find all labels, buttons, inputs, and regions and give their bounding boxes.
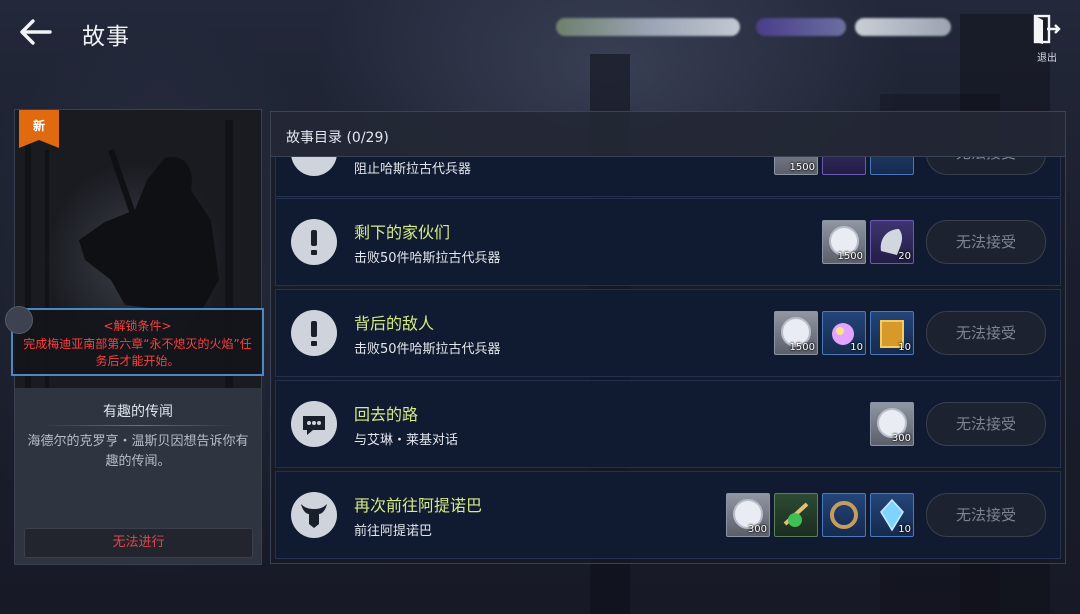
quest-row[interactable]: 回去的路 与艾琳・莱基对话 300 无法接受 xyxy=(275,380,1061,468)
quest-row[interactable]: 再次前往阿提诺巴 前往阿提诺巴 300 10 无法接受 xyxy=(275,471,1061,559)
blurred-status xyxy=(756,18,846,36)
golden-chest-icon[interactable]: 10 xyxy=(870,311,914,355)
story-card[interactable]: 新 <解锁条件> 完成梅迪亚南部第六章“永不熄灭的火焰”任务后才能开始。 有趣的… xyxy=(5,109,264,565)
purple-item-icon[interactable] xyxy=(822,157,866,175)
back-arrow-icon xyxy=(20,19,52,45)
accept-quest-button[interactable]: 无法接受 xyxy=(926,157,1046,175)
stone-fragment-icon[interactable]: 20 xyxy=(870,220,914,264)
quest-description: 击败50件哈斯拉古代兵器 xyxy=(354,342,501,357)
story-info: 有趣的传闻 海德尔的克罗亨・温斯贝因想告诉你有趣的传闻。 无法进行 xyxy=(15,388,261,564)
quest-row[interactable]: 背后的敌人 击败50件哈斯拉古代兵器 1500 10 10 无法接受 xyxy=(275,289,1061,377)
back-button[interactable] xyxy=(18,14,54,50)
silver-coin-icon[interactable]: 1500 xyxy=(822,220,866,264)
story-description: 海德尔的克罗亨・温斯贝因想告诉你有趣的传闻。 xyxy=(27,434,249,469)
horned-helmet-icon xyxy=(291,492,337,538)
accept-quest-button[interactable]: 无法接受 xyxy=(926,402,1046,446)
ring-icon[interactable] xyxy=(870,157,914,175)
page-title: 故事 xyxy=(82,24,130,50)
unlock-condition: <解锁条件> 完成梅迪亚南部第六章“永不熄灭的火焰”任务后才能开始。 xyxy=(11,308,264,376)
panel-header: 故事目录 (0/29) xyxy=(271,112,1065,157)
crystal-icon[interactable]: 10 xyxy=(870,493,914,537)
chat-icon xyxy=(291,401,337,447)
story-name: 有趣的传闻 xyxy=(103,404,173,420)
exclamation-icon xyxy=(291,219,337,265)
quest-list[interactable]: 阻止哈斯拉古代兵器 1500 无法接受 剩下的家伙们 击败50件哈斯拉古代兵器 … xyxy=(275,157,1061,559)
quest-description: 与艾琳・莱基对话 xyxy=(354,433,459,448)
silver-coin-icon[interactable]: 300 xyxy=(726,493,770,537)
exclamation-icon xyxy=(291,157,337,176)
story-list-panel: 故事目录 (0/29) 阻止哈斯拉古代兵器 1500 无法接受 剩下的家伙们 击… xyxy=(270,111,1066,564)
quest-description: 阻止哈斯拉古代兵器 xyxy=(354,162,472,177)
divider xyxy=(41,425,235,426)
blurred-status xyxy=(556,18,740,36)
quest-row[interactable]: 阻止哈斯拉古代兵器 1500 无法接受 xyxy=(275,157,1061,197)
exit-button[interactable]: 退出 xyxy=(1032,14,1062,64)
slider-handle[interactable] xyxy=(5,306,33,334)
start-story-button[interactable]: 无法进行 xyxy=(24,528,253,558)
quest-name: 回去的路 xyxy=(354,405,419,424)
quest-name: 再次前往阿提诺巴 xyxy=(354,496,483,515)
unlock-title: <解锁条件> xyxy=(103,319,172,333)
silver-coin-icon[interactable]: 1500 xyxy=(774,311,818,355)
silver-coin-icon[interactable]: 300 xyxy=(870,402,914,446)
accept-quest-button[interactable]: 无法接受 xyxy=(926,311,1046,355)
quest-description: 前往阿提诺巴 xyxy=(354,524,433,539)
silver-coin-icon[interactable]: 1500 xyxy=(774,157,818,175)
blurred-status xyxy=(855,18,951,36)
panel-title: 故事目录 (0/29) xyxy=(286,130,389,146)
accept-quest-button[interactable]: 无法接受 xyxy=(926,493,1046,537)
exit-door-icon xyxy=(1033,14,1061,44)
quest-name: 剩下的家伙们 xyxy=(354,223,451,242)
exclamation-icon xyxy=(291,310,337,356)
new-badge-label: 新 xyxy=(32,119,45,133)
orb-icon[interactable]: 10 xyxy=(822,311,866,355)
exit-label: 退出 xyxy=(1037,53,1057,64)
quest-name: 背后的敌人 xyxy=(354,314,435,333)
unlock-text: 完成梅迪亚南部第六章“永不熄灭的火焰”任务后才能开始。 xyxy=(23,337,252,368)
ring-icon[interactable] xyxy=(822,493,866,537)
top-bar: 故事 退出 xyxy=(0,0,1080,64)
herb-icon[interactable] xyxy=(774,493,818,537)
quest-row[interactable]: 剩下的家伙们 击败50件哈斯拉古代兵器 1500 20 无法接受 xyxy=(275,198,1061,286)
quest-description: 击败50件哈斯拉古代兵器 xyxy=(354,251,501,266)
accept-quest-button[interactable]: 无法接受 xyxy=(926,220,1046,264)
